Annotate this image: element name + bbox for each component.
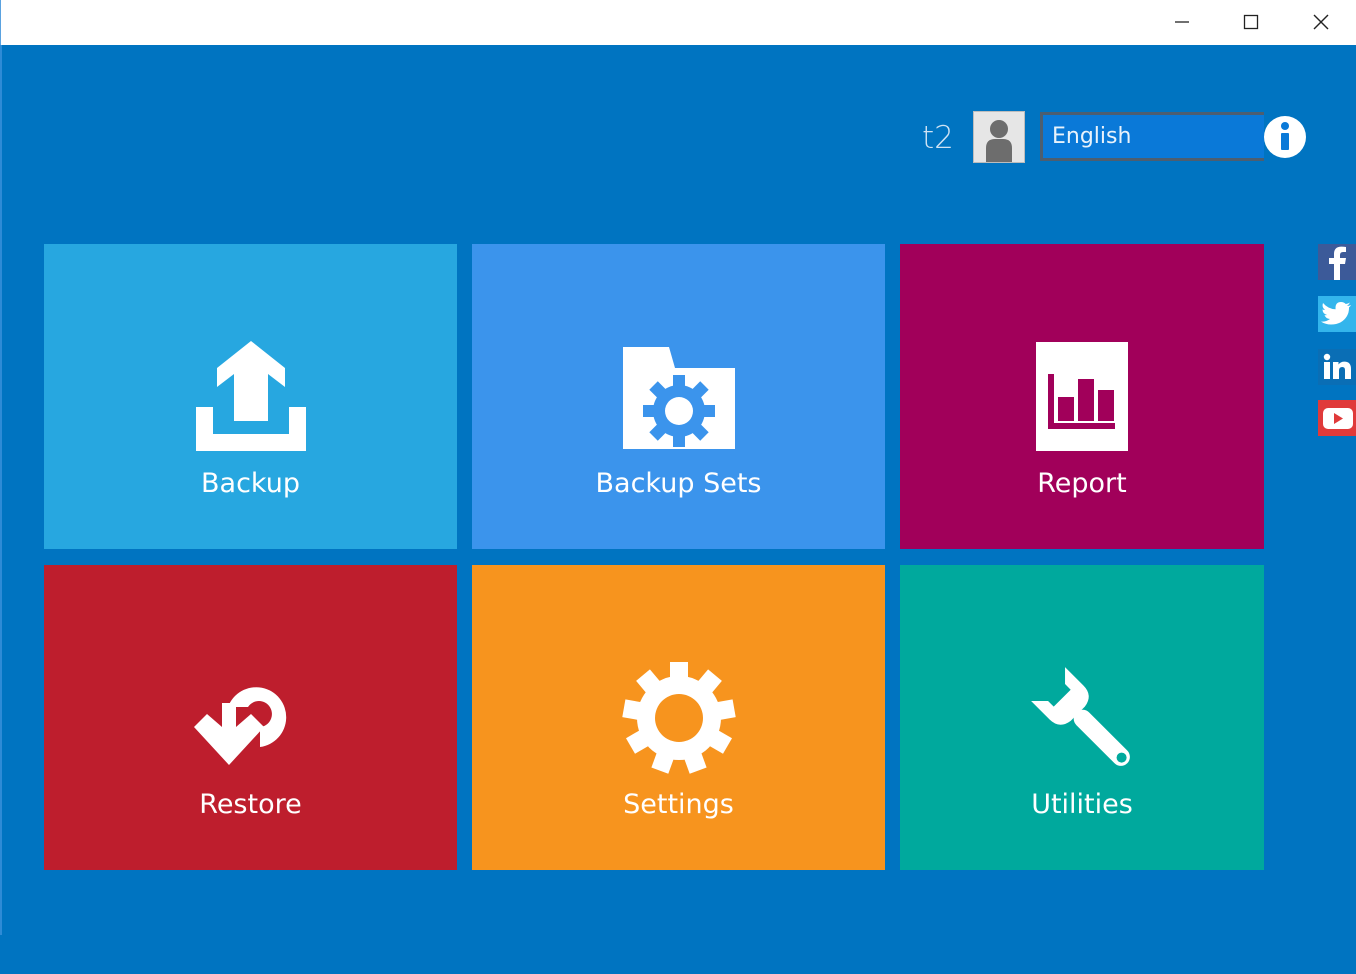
tile-backup[interactable]: Backup bbox=[44, 244, 457, 549]
window-border bbox=[0, 45, 2, 935]
upload-icon bbox=[195, 341, 306, 451]
gear-icon bbox=[621, 662, 736, 774]
tile-backup-sets[interactable]: Backup Sets bbox=[472, 244, 885, 549]
language-selected: English bbox=[1052, 124, 1132, 149]
tile-utilities[interactable]: Utilities bbox=[900, 565, 1264, 870]
linkedin-link[interactable] bbox=[1318, 349, 1356, 385]
close-icon bbox=[1313, 14, 1329, 30]
minimize-icon bbox=[1175, 21, 1189, 23]
tile-report-label: Report bbox=[1037, 468, 1127, 499]
twitter-icon bbox=[1321, 302, 1351, 325]
restore-arrow-icon bbox=[193, 687, 286, 765]
close-button[interactable] bbox=[1298, 0, 1344, 44]
youtube-icon bbox=[1323, 408, 1353, 429]
tile-settings[interactable]: Settings bbox=[472, 565, 885, 870]
wrench-icon bbox=[1031, 667, 1130, 766]
facebook-link[interactable] bbox=[1318, 244, 1356, 280]
user-avatar-icon bbox=[986, 120, 1012, 162]
language-select[interactable]: English bbox=[1040, 112, 1264, 161]
info-button[interactable] bbox=[1262, 114, 1308, 160]
tile-restore-label: Restore bbox=[199, 789, 302, 820]
maximize-button[interactable] bbox=[1228, 0, 1274, 44]
tile-backup-label: Backup bbox=[201, 468, 300, 499]
linkedin-icon bbox=[1323, 353, 1351, 379]
bar-chart-icon bbox=[1036, 342, 1128, 451]
youtube-link[interactable] bbox=[1318, 400, 1356, 436]
tile-report[interactable]: Report bbox=[900, 244, 1264, 549]
tile-backup-sets-label: Backup Sets bbox=[595, 468, 762, 499]
facebook-icon bbox=[1329, 246, 1346, 280]
minimize-button[interactable] bbox=[1159, 0, 1205, 44]
user-avatar[interactable] bbox=[973, 111, 1025, 163]
tile-utilities-label: Utilities bbox=[1031, 789, 1133, 820]
info-icon bbox=[1264, 116, 1306, 158]
maximize-icon bbox=[1243, 14, 1259, 30]
window-titlebar bbox=[0, 0, 1356, 45]
folder-gear-icon bbox=[622, 347, 735, 449]
tile-restore[interactable]: Restore bbox=[44, 565, 457, 870]
username-label: t2 bbox=[922, 120, 954, 156]
tile-settings-label: Settings bbox=[623, 789, 734, 820]
twitter-link[interactable] bbox=[1318, 296, 1356, 332]
